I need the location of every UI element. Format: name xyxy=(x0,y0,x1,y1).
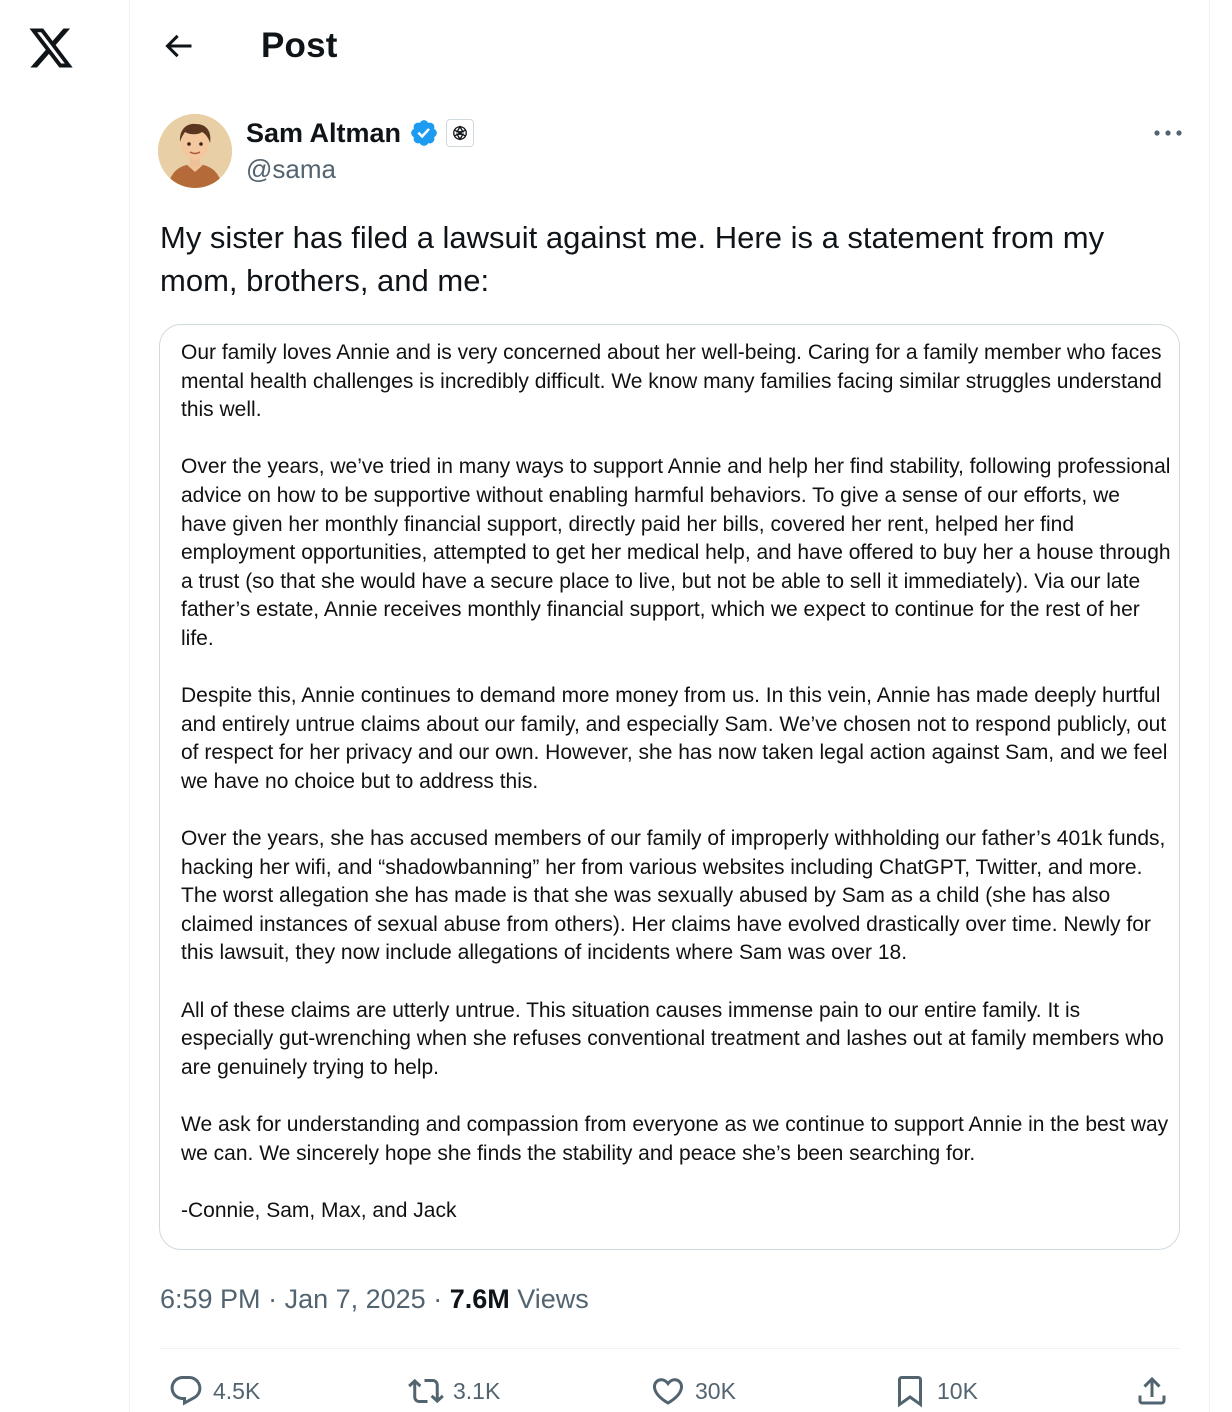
post-time[interactable]: 6:59 PM xyxy=(160,1284,261,1314)
statement-image[interactable]: Our family loves Annie and is very conce… xyxy=(159,324,1180,1250)
reply-count: 4.5K xyxy=(213,1378,261,1404)
repost-button[interactable]: 3.1K xyxy=(408,1373,500,1409)
bookmark-button[interactable]: 10K xyxy=(892,1373,978,1409)
name-row: Sam Altman xyxy=(246,113,475,153)
post-text: My sister has filed a lawsuit against me… xyxy=(160,220,1105,298)
reply-button[interactable]: 4.5K xyxy=(168,1373,260,1409)
repost-count: 3.1K xyxy=(453,1378,501,1404)
display-name[interactable]: Sam Altman xyxy=(246,114,401,152)
post-author: Sam Altman @sama xyxy=(158,113,1188,189)
statement-paragraph: All of these claims are utterly untrue. … xyxy=(181,998,1164,1079)
repost-icon xyxy=(408,1378,444,1404)
views-label: Views xyxy=(509,1284,589,1314)
main-column: Post Sam Altman @sama My sister has file… xyxy=(130,0,1210,1412)
meta-separator: · xyxy=(260,1284,285,1314)
avatar[interactable] xyxy=(158,114,232,188)
post-date[interactable]: Jan 7, 2025 xyxy=(285,1284,426,1314)
like-count: 30K xyxy=(695,1378,736,1404)
page-header: Post xyxy=(130,0,1210,92)
statement-paragraph: Over the years, she has accused members … xyxy=(181,827,1166,965)
reply-icon xyxy=(170,1376,202,1406)
views-count: 7.6M xyxy=(449,1284,510,1314)
user-handle[interactable]: @sama xyxy=(246,151,336,187)
page-title: Post xyxy=(261,26,338,65)
verified-badge-icon[interactable] xyxy=(409,118,439,148)
statement-text: Our family loves Annie and is very conce… xyxy=(181,339,1171,1225)
meta-separator: · xyxy=(425,1284,450,1314)
post-page: Post Sam Altman @sama My sister has file… xyxy=(0,0,1232,1412)
bookmark-icon xyxy=(898,1376,922,1408)
statement-signature: -Connie, Sam, Max, and Jack xyxy=(181,1198,457,1222)
like-icon xyxy=(652,1378,684,1405)
left-nav-rail xyxy=(0,0,130,1412)
x-logo-icon[interactable] xyxy=(26,24,76,72)
post-meta: 6:59 PM · Jan 7, 2025 · 7.6M Views xyxy=(160,1280,589,1318)
statement-paragraph: Despite this, Annie continues to demand … xyxy=(181,684,1168,793)
share-button[interactable] xyxy=(1134,1373,1170,1409)
like-button[interactable]: 30K xyxy=(650,1373,736,1409)
statement-paragraph: We ask for understanding and compassion … xyxy=(181,1113,1169,1165)
statement-paragraph: Our family loves Annie and is very conce… xyxy=(181,341,1162,422)
arrow-left-icon[interactable] xyxy=(160,28,196,64)
divider xyxy=(160,1348,1180,1349)
action-bar: 4.5K 3.1K 30K 10K xyxy=(160,1360,1180,1412)
more-horizontal-icon[interactable] xyxy=(1150,121,1186,145)
openai-logo-icon[interactable] xyxy=(446,119,475,147)
bookmark-count: 10K xyxy=(937,1378,978,1404)
share-icon xyxy=(1138,1376,1166,1405)
statement-paragraph: Over the years, we’ve tried in many ways… xyxy=(181,455,1171,650)
